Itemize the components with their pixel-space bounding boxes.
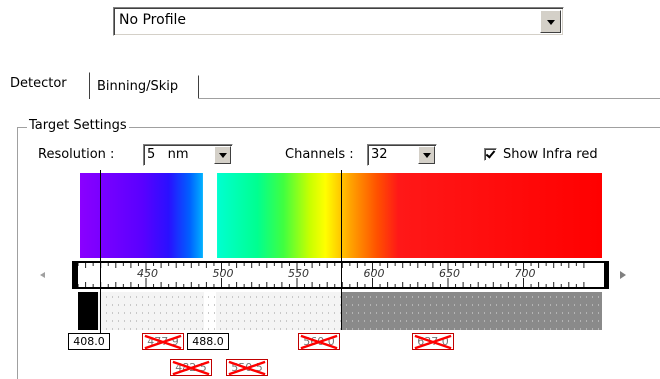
channels-value: 32 <box>371 147 388 162</box>
tab-binning-label: Binning/Skip <box>97 79 179 94</box>
marker-label[interactable]: 408.0 <box>68 333 110 350</box>
marker-label[interactable]: 488.0 <box>187 333 229 350</box>
ruler-tick-label: 550 <box>288 267 309 280</box>
profile-combo[interactable]: No Profile <box>113 7 564 36</box>
resolution-dropdown-button[interactable] <box>214 146 231 164</box>
marker-label-crossed[interactable]: 550.5 <box>226 359 268 376</box>
channel-strip[interactable] <box>78 292 602 330</box>
show-infrared-checkbox[interactable] <box>484 148 497 161</box>
tab-separator <box>198 98 660 99</box>
marker-text: 482.5 <box>175 361 207 374</box>
scroll-left-arrow-icon[interactable] <box>40 272 45 278</box>
channels-label: Channels : <box>285 147 354 162</box>
profile-value: No Profile <box>119 12 187 28</box>
marker-text: 550.5 <box>231 361 263 374</box>
marker-label-crossed[interactable]: 560.0 <box>298 333 340 350</box>
resolution-label: Resolution : <box>38 147 115 162</box>
show-infrared-label: Show Infra red <box>503 147 598 162</box>
resolution-value: 5 nm <box>147 147 189 162</box>
range-end-line[interactable] <box>341 170 342 330</box>
ruler-tick-label: 500 <box>212 267 234 280</box>
group-title: Target Settings <box>27 118 129 133</box>
marker-text: 637.0 <box>417 335 449 348</box>
ruler-tick-label: 700 <box>514 267 536 280</box>
channels-dropdown-button[interactable] <box>418 146 435 164</box>
chevron-down-icon <box>218 153 227 158</box>
channel-grid <box>100 296 599 330</box>
ruler-tick-label: 600 <box>363 267 385 280</box>
chevron-down-icon <box>546 19 555 25</box>
channels-select[interactable]: 32 <box>367 144 437 166</box>
marker-text: 488.0 <box>192 335 224 348</box>
marker-label-crossed[interactable]: 477.9 <box>142 333 184 350</box>
marker-label-crossed[interactable]: 637.0 <box>412 333 454 350</box>
range-start-line[interactable] <box>100 170 101 340</box>
ruler-tick-label: 450 <box>137 267 158 280</box>
scroll-right-arrow-icon[interactable] <box>620 271 626 279</box>
profile-dropdown-button[interactable] <box>540 10 561 33</box>
chevron-down-icon <box>422 153 431 158</box>
marker-text: 408.0 <box>73 335 105 348</box>
tab-detector-label: Detector <box>10 76 67 91</box>
tab-binning-skip[interactable]: Binning/Skip <box>90 75 199 98</box>
resolution-select[interactable]: 5 nm <box>143 144 233 166</box>
marker-label-crossed[interactable]: 482.5 <box>170 359 212 376</box>
marker-text: 477.9 <box>147 335 179 348</box>
tab-detector[interactable]: Detector <box>3 72 90 99</box>
marker-text: 560.0 <box>303 335 335 348</box>
ruler-tick-label: 650 <box>439 267 460 280</box>
